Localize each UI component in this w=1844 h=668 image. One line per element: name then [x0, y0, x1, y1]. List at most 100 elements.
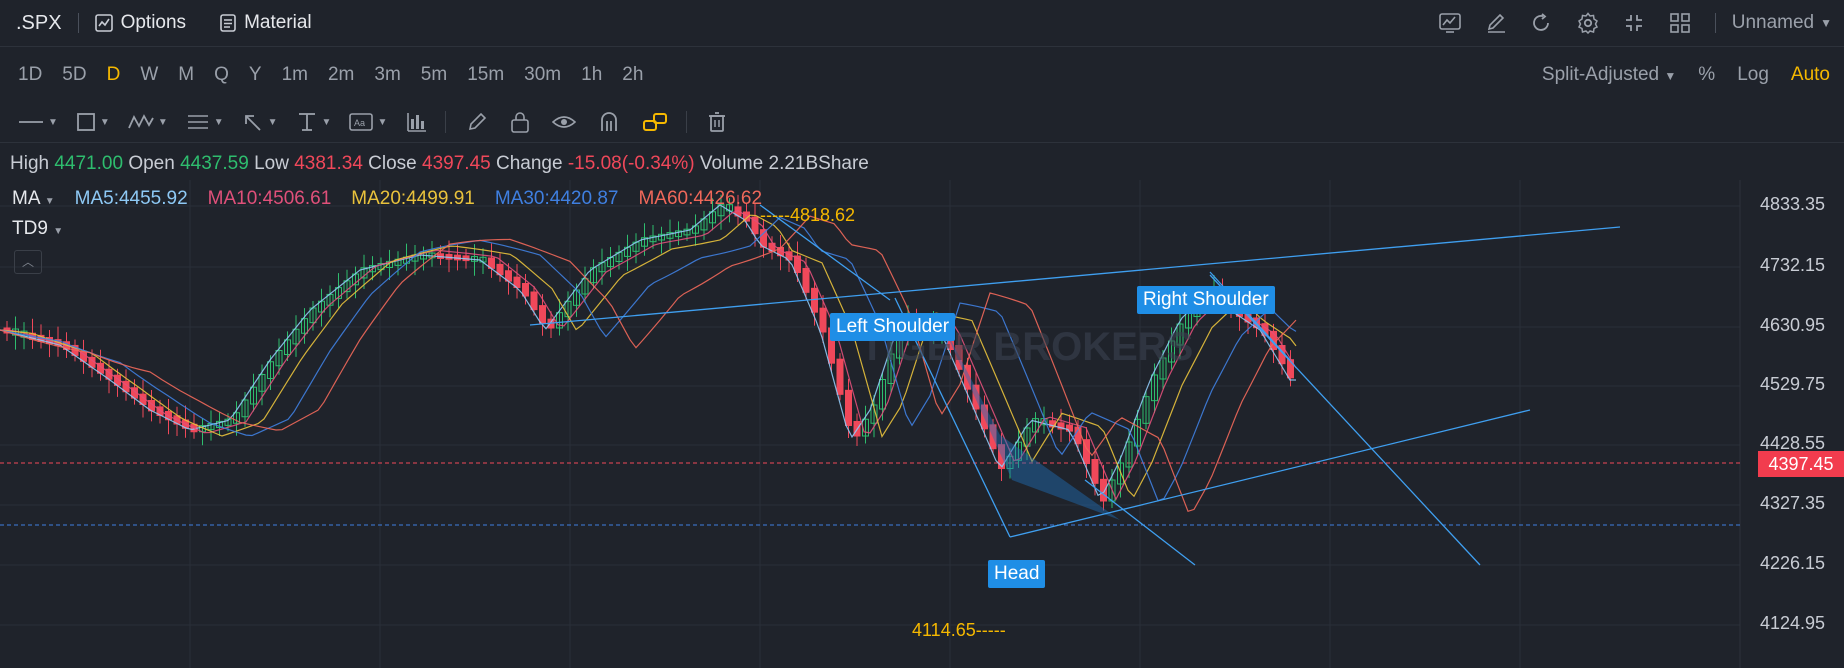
head-label[interactable]: Head: [988, 560, 1046, 588]
price-chart[interactable]: TIGER BROKERS: [0, 180, 1844, 668]
top-toolbar: .SPX Options Material Unnamed ▼: [0, 0, 1844, 47]
ma60-value: MA60:4426.62: [638, 188, 763, 209]
high-label: High: [10, 153, 50, 174]
edit-icon[interactable]: [1477, 8, 1515, 38]
magnet-icon[interactable]: [598, 102, 620, 142]
low-label: Low: [254, 153, 289, 174]
indicator-icon[interactable]: [1431, 8, 1469, 38]
collapse-legend-button[interactable]: ︿: [14, 250, 42, 274]
timeframe-5m[interactable]: 5m: [421, 64, 447, 86]
rectangle-tool[interactable]: ▼: [76, 102, 110, 142]
timeframe-D[interactable]: D: [107, 64, 121, 86]
lock-icon[interactable]: [510, 102, 530, 142]
timeframe-list: 1D 5D D W M Q Y 1m 2m 3m 5m 15m 30m 1h 2h: [0, 64, 643, 86]
document-icon: [220, 14, 236, 32]
price-tick: 4124.95: [1760, 613, 1826, 633]
settings-icon[interactable]: [1569, 8, 1607, 38]
timeframe-2h[interactable]: 2h: [622, 64, 643, 86]
close-value: 4397.45: [422, 153, 491, 174]
auto-toggle[interactable]: Auto: [1791, 64, 1830, 86]
candle-body: [819, 307, 827, 333]
right-shoulder-label[interactable]: Right Shoulder: [1137, 286, 1275, 314]
timeframe-2m[interactable]: 2m: [328, 64, 354, 86]
timeframe-Q[interactable]: Q: [214, 64, 229, 86]
price-tick: 4327.35: [1760, 493, 1826, 513]
chevron-down-icon: ▼: [44, 196, 55, 207]
chart-options: Split-Adjusted ▼ % Log Auto: [1542, 48, 1830, 102]
ma-label: MA: [12, 188, 40, 209]
ohlc-info: High 4471.00 Open 4437.59 Low 4381.34 Cl…: [0, 148, 1844, 180]
top-right-tools: Unnamed ▼: [1423, 0, 1844, 46]
ma5-value: MA5:4455.92: [74, 188, 188, 209]
high-extreme-label: -----4818.62: [760, 205, 856, 225]
timeframe-Y[interactable]: Y: [249, 64, 262, 86]
collapse-icon[interactable]: [1615, 8, 1653, 38]
symbol-label[interactable]: .SPX: [16, 12, 62, 35]
drawing-toolbar: ▼ ▼ ▼ ▼ ▼ ▼ Aa ▼: [0, 102, 1844, 143]
low-extreme-value: 4114.65: [912, 620, 976, 640]
ma30-value: MA30:4420.87: [494, 188, 619, 209]
price-tick: 4833.35: [1760, 194, 1826, 214]
timeframe-bar: 1D 5D D W M Q Y 1m 2m 3m 5m 15m 30m 1h 2h Split-Adjust…: [0, 48, 1844, 102]
open-label: Open: [128, 153, 175, 174]
arrow-tool[interactable]: ▼: [242, 102, 278, 142]
bar-pattern-tool[interactable]: [405, 102, 427, 142]
timeframe-5D[interactable]: 5D: [62, 64, 86, 86]
timeframe-1m[interactable]: 1m: [282, 64, 308, 86]
candle-body: [845, 389, 852, 426]
volume-label: Volume: [699, 153, 764, 174]
candle-body: [530, 291, 538, 311]
pen-icon[interactable]: [466, 102, 488, 142]
percent-toggle[interactable]: %: [1698, 64, 1715, 86]
chart-box-icon: [94, 14, 113, 32]
price-tick: 4630.95: [1760, 315, 1826, 335]
change-label: Change: [496, 153, 563, 174]
material-button[interactable]: Material: [220, 12, 312, 34]
open-value: 4437.59: [180, 153, 249, 174]
price-tick: 4732.15: [1760, 255, 1826, 275]
candle-body: [1100, 478, 1107, 502]
options-button[interactable]: Options: [94, 12, 186, 34]
timeframe-W[interactable]: W: [140, 64, 158, 86]
refresh-icon[interactable]: [1523, 8, 1561, 38]
measure-tool[interactable]: ▼: [296, 102, 331, 142]
timeframe-3m[interactable]: 3m: [374, 64, 400, 86]
chevron-down-icon[interactable]: ▼: [1820, 16, 1832, 30]
high-extreme-value: 4818.62: [789, 205, 856, 225]
timeframe-1D[interactable]: 1D: [18, 64, 42, 86]
candle-body: [539, 305, 546, 324]
low-extreme-label: 4114.65-----: [912, 620, 1006, 640]
price-tick: 4226.15: [1760, 553, 1826, 573]
candle-body: [522, 283, 529, 297]
split-adjusted-label: Split-Adjusted: [1541, 64, 1660, 85]
chevron-down-icon: ▼: [1664, 69, 1677, 83]
timeframe-1h[interactable]: 1h: [581, 64, 602, 86]
log-toggle[interactable]: Log: [1737, 64, 1769, 86]
price-tick: 4529.75: [1760, 374, 1826, 394]
volume-value: 2.21BShare: [768, 153, 869, 174]
ma10-value: MA10:4506.61: [207, 188, 332, 209]
trash-icon[interactable]: [707, 102, 727, 142]
close-label: Close: [368, 153, 417, 174]
trend-line-tool[interactable]: ▼: [18, 102, 58, 142]
left-shoulder-label[interactable]: Left Shoulder: [830, 313, 956, 341]
divider: [445, 111, 447, 133]
pattern-tool[interactable]: ▼: [127, 102, 168, 142]
material-label: Material: [244, 12, 312, 33]
text-tool[interactable]: Aa ▼: [349, 102, 387, 142]
candle-body: [1091, 459, 1099, 484]
td9-toggle[interactable]: TD9 ▼: [12, 218, 63, 240]
timeframe-30m[interactable]: 30m: [524, 64, 561, 86]
split-adjusted-select[interactable]: Split-Adjusted ▼: [1542, 64, 1676, 86]
timeframe-M[interactable]: M: [178, 64, 194, 86]
link-icon[interactable]: [642, 102, 668, 142]
fib-tool[interactable]: ▼: [186, 102, 224, 142]
layout-grid-icon[interactable]: [1661, 8, 1699, 38]
td9-label: TD9: [12, 218, 48, 239]
eye-icon[interactable]: [552, 102, 577, 142]
divider: [686, 111, 688, 133]
ma-toggle[interactable]: MA ▼: [12, 188, 55, 210]
candle-body: [1066, 424, 1073, 432]
layout-name[interactable]: Unnamed: [1732, 12, 1814, 34]
timeframe-15m[interactable]: 15m: [467, 64, 504, 86]
